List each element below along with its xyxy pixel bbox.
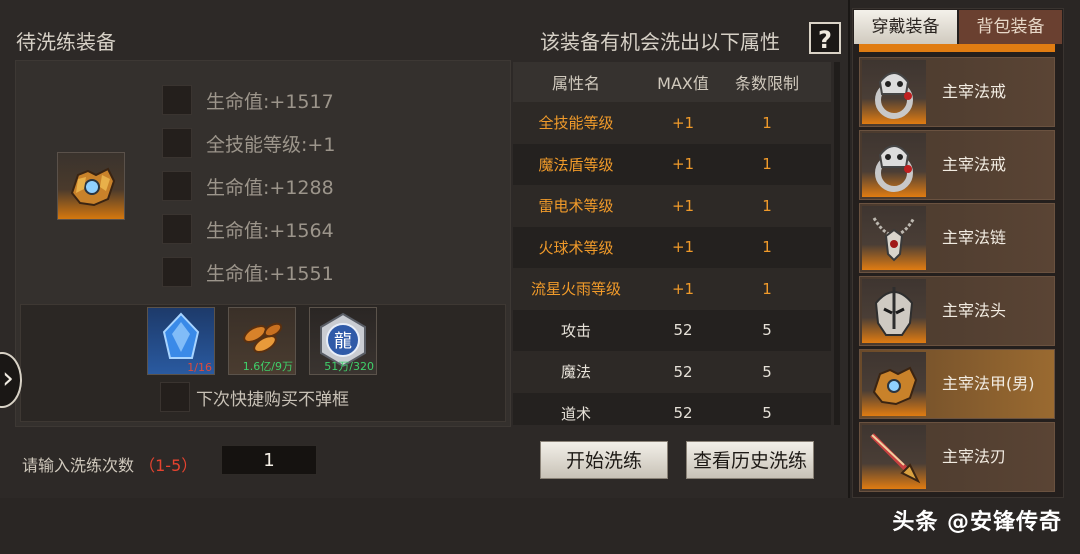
- cell-limit: 1: [762, 113, 772, 132]
- cell-max: 52: [673, 404, 693, 423]
- material-count: 51万/320: [324, 360, 374, 373]
- material-count: 1.6亿/9万: [242, 360, 293, 373]
- cell-attr-name: 攻击: [560, 321, 591, 340]
- list-item-name: 主宰法戒: [942, 82, 1007, 101]
- list-item-name: 主宰法头: [942, 301, 1007, 320]
- header-max: MAX值: [657, 74, 709, 93]
- table-row: 流星火雨等级 +1 1: [513, 268, 831, 310]
- no-popup-label: 下次快捷购买不弹框: [196, 389, 349, 410]
- tab-bag-equipment[interactable]: 背包装备: [959, 10, 1062, 44]
- attribute-row: 生命值:+1517: [162, 83, 334, 117]
- table-row: 雷电术等级 +1 1: [513, 185, 831, 227]
- cell-limit: 5: [762, 362, 772, 381]
- no-popup-checkbox[interactable]: [160, 382, 190, 412]
- attribute-label: 生命值:+1288: [206, 176, 334, 199]
- cell-max: +1: [671, 279, 695, 298]
- table-row: 魔法盾等级 +1 1: [513, 143, 831, 185]
- attribute-row: 生命值:+1551: [162, 255, 334, 289]
- attribute-lock-checkbox[interactable]: [162, 85, 192, 115]
- attribute-row: 全技能等级:+1: [162, 126, 335, 160]
- table-row: 攻击 52 5: [513, 309, 831, 351]
- skull-ring-icon: [862, 60, 926, 124]
- blade-icon: [862, 425, 926, 489]
- cell-max: +1: [671, 155, 695, 174]
- table-body: 全技能等级 +1 1 魔法盾等级 +1 1 雷电术等级 +1 1 火球术等级 +…: [513, 102, 831, 425]
- table-row: 全技能等级 +1 1: [513, 102, 831, 144]
- cell-limit: 1: [762, 279, 772, 298]
- refine-count-text: 请输入洗练次数: [22, 456, 135, 475]
- attribute-lock-checkbox[interactable]: [162, 214, 192, 244]
- cell-max: +1: [671, 238, 695, 257]
- cell-attr-name: 全技能等级: [538, 114, 614, 133]
- possible-attributes-title: 该装备有机会洗出以下属性: [540, 30, 780, 54]
- list-item-partial: [859, 44, 1055, 52]
- list-item[interactable]: 主宰法头: [859, 276, 1055, 346]
- help-button[interactable]: ?: [809, 22, 841, 54]
- table-row: 火球术等级 +1 1: [513, 226, 831, 268]
- table-header: 属性名 MAX值 条数限制: [513, 62, 831, 102]
- tab-worn-equipment[interactable]: 穿戴装备: [854, 10, 957, 44]
- material-slot[interactable]: 1.6亿/9万: [228, 307, 296, 375]
- attribute-lock-checkbox[interactable]: [162, 128, 192, 158]
- attribute-row: 生命值:+1288: [162, 169, 334, 203]
- cell-attr-name: 火球术等级: [538, 238, 614, 257]
- material-count: 1/16: [187, 361, 212, 374]
- cell-attr-name: 魔法盾等级: [538, 155, 614, 174]
- list-item[interactable]: 主宰法戒: [859, 130, 1055, 200]
- attribute-label: 生命值:+1564: [206, 219, 334, 242]
- svg-text:龍: 龍: [334, 331, 352, 352]
- cell-attr-name: 道术: [560, 404, 591, 423]
- cell-max: 52: [673, 362, 693, 381]
- table-row: 道术 52 5: [513, 392, 831, 425]
- list-item-name: 主宰法甲(男): [942, 374, 1035, 393]
- list-item-name: 主宰法戒: [942, 155, 1007, 174]
- header-limit: 条数限制: [734, 74, 799, 93]
- cell-limit: 1: [762, 196, 772, 215]
- cell-max: 52: [673, 321, 693, 340]
- refine-count-input[interactable]: 1: [221, 445, 317, 475]
- left-panel-title: 待洗练装备: [16, 30, 116, 54]
- no-popup-option: 下次快捷购买不弹框: [160, 382, 349, 412]
- attribute-label: 生命值:+1517: [206, 90, 334, 113]
- attribute-lock-checkbox[interactable]: [162, 171, 192, 201]
- cell-limit: 1: [762, 238, 772, 257]
- cell-limit: 1: [762, 155, 772, 174]
- cell-attr-name: 魔法: [560, 363, 591, 382]
- list-item-name: 主宰法刃: [942, 447, 1007, 466]
- armor-icon: [862, 352, 926, 416]
- cell-attr-name: 流星火雨等级: [530, 280, 621, 299]
- refine-count-label: 请输入洗练次数 （1-5）: [22, 452, 197, 476]
- cell-limit: 5: [762, 321, 772, 340]
- watermark: 头条 @安锋传奇: [892, 510, 1062, 535]
- table-scrollbar[interactable]: [834, 62, 840, 425]
- start-refine-button[interactable]: 开始洗练: [540, 441, 668, 479]
- helmet-icon: [862, 279, 926, 343]
- attribute-row: 生命值:+1564: [162, 212, 334, 246]
- table-row: 魔法 52 5: [513, 351, 831, 393]
- skull-ring-icon: [862, 133, 926, 197]
- attribute-lock-checkbox[interactable]: [162, 257, 192, 287]
- material-slot[interactable]: 龍 51万/320: [309, 307, 377, 375]
- view-history-button[interactable]: 查看历史洗练: [686, 441, 814, 479]
- armor-icon[interactable]: [57, 152, 125, 220]
- cell-max: +1: [671, 113, 695, 132]
- refine-count-range: （1-5）: [139, 456, 198, 475]
- list-item[interactable]: 主宰法刃: [859, 422, 1055, 492]
- list-item[interactable]: 主宰法链: [859, 203, 1055, 273]
- cell-attr-name: 雷电术等级: [538, 197, 614, 216]
- list-item[interactable]: 主宰法甲(男): [859, 349, 1055, 419]
- cell-limit: 5: [762, 404, 772, 423]
- header-attr-name: 属性名: [551, 74, 600, 93]
- material-slot[interactable]: 1/16: [147, 307, 215, 375]
- necklace-icon: [862, 206, 926, 270]
- list-item-name: 主宰法链: [942, 228, 1007, 247]
- list-item[interactable]: 主宰法戒: [859, 57, 1055, 127]
- attribute-table: 属性名 MAX值 条数限制 全技能等级 +1 1 魔法盾等级 +1 1 雷电术等…: [513, 62, 831, 425]
- attribute-label: 生命值:+1551: [206, 262, 334, 285]
- attribute-label: 全技能等级:+1: [206, 133, 336, 156]
- cell-max: +1: [671, 196, 695, 215]
